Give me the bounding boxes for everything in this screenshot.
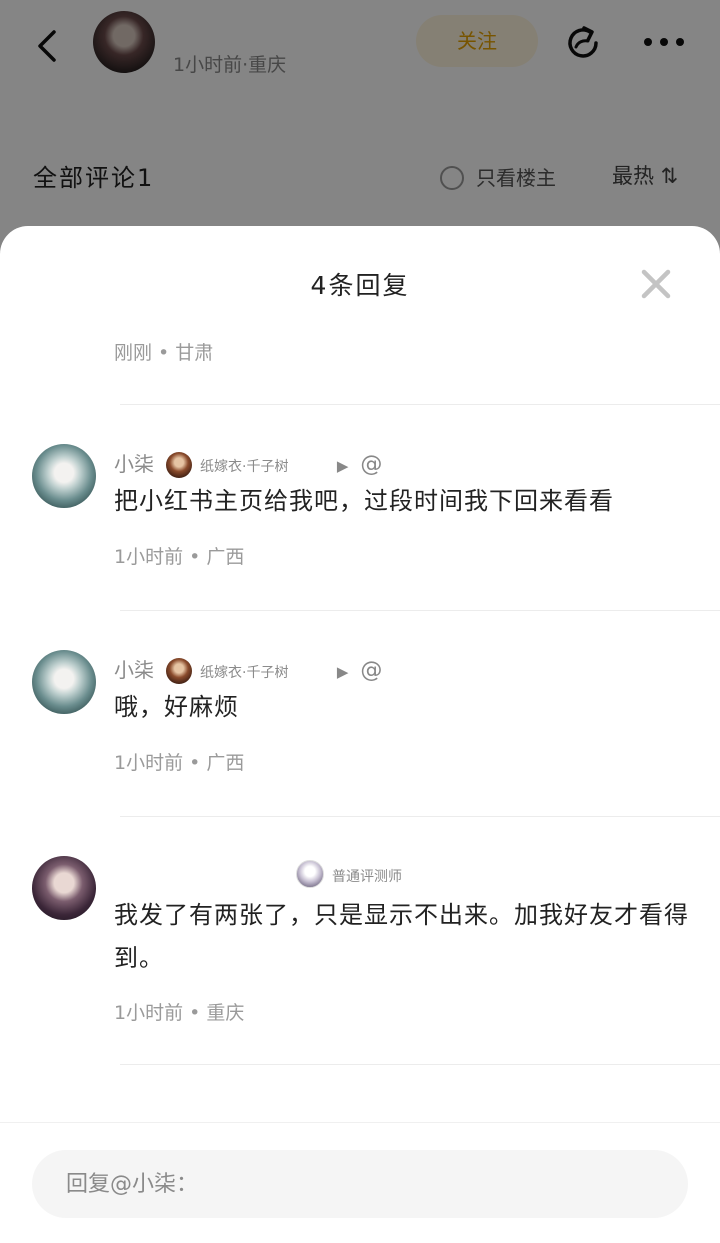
previous-reply-meta: 刚刚 • 甘肃	[114, 342, 214, 364]
reply-name-row: 小柒 纸嫁衣·千子树 ▶ @	[114, 654, 382, 684]
close-button[interactable]	[636, 264, 676, 304]
reply-name-row: 小柒 纸嫁衣·千子树 ▶ @	[114, 448, 382, 478]
reply-badge: 纸嫁衣·千子树	[200, 665, 289, 681]
reply-name-row: 普通评测师	[284, 860, 402, 890]
reply-meta: 1小时前 • 广西	[114, 546, 245, 568]
reply-input[interactable]	[32, 1150, 688, 1218]
avatar[interactable]	[32, 650, 96, 714]
divider	[120, 404, 720, 405]
reply-author-name[interactable]: 小柒	[114, 452, 154, 476]
replies-sheet: 4条回复 刚刚 • 甘肃 小柒 纸嫁衣·千子树 ▶ @ 把小红书主页给我吧，过段时间…	[0, 226, 720, 1242]
play-icon[interactable]: ▶	[337, 457, 349, 475]
badge-avatar-icon	[166, 658, 192, 684]
avatar[interactable]	[32, 444, 96, 508]
reply-author-name[interactable]: 小柒	[114, 658, 154, 682]
reply-content[interactable]: 把小红书主页给我吧，过段时间我下回来看看	[114, 480, 694, 523]
badge-avatar-icon	[296, 860, 324, 888]
reply-meta: 1小时前 • 广西	[114, 752, 245, 774]
divider	[120, 816, 720, 817]
badge-avatar-icon	[166, 452, 192, 478]
avatar[interactable]	[32, 856, 96, 920]
reply-input-bar	[0, 1122, 720, 1243]
at-icon[interactable]: @	[360, 452, 382, 477]
sheet-title: 4条回复	[310, 271, 410, 300]
divider	[120, 610, 720, 611]
reply-badge: 纸嫁衣·千子树	[200, 459, 289, 475]
reply-badge: 普通评测师	[332, 869, 402, 885]
reply-meta: 1小时前 • 重庆	[114, 1002, 245, 1024]
divider	[120, 1064, 720, 1065]
close-icon	[641, 269, 671, 299]
reply-content[interactable]: 哦，好麻烦	[114, 686, 694, 729]
play-icon[interactable]: ▶	[337, 663, 349, 681]
reply-content[interactable]: 我发了有两张了，只是显示不出来。加我好友才看得到。	[114, 894, 694, 980]
at-icon[interactable]: @	[360, 658, 382, 683]
